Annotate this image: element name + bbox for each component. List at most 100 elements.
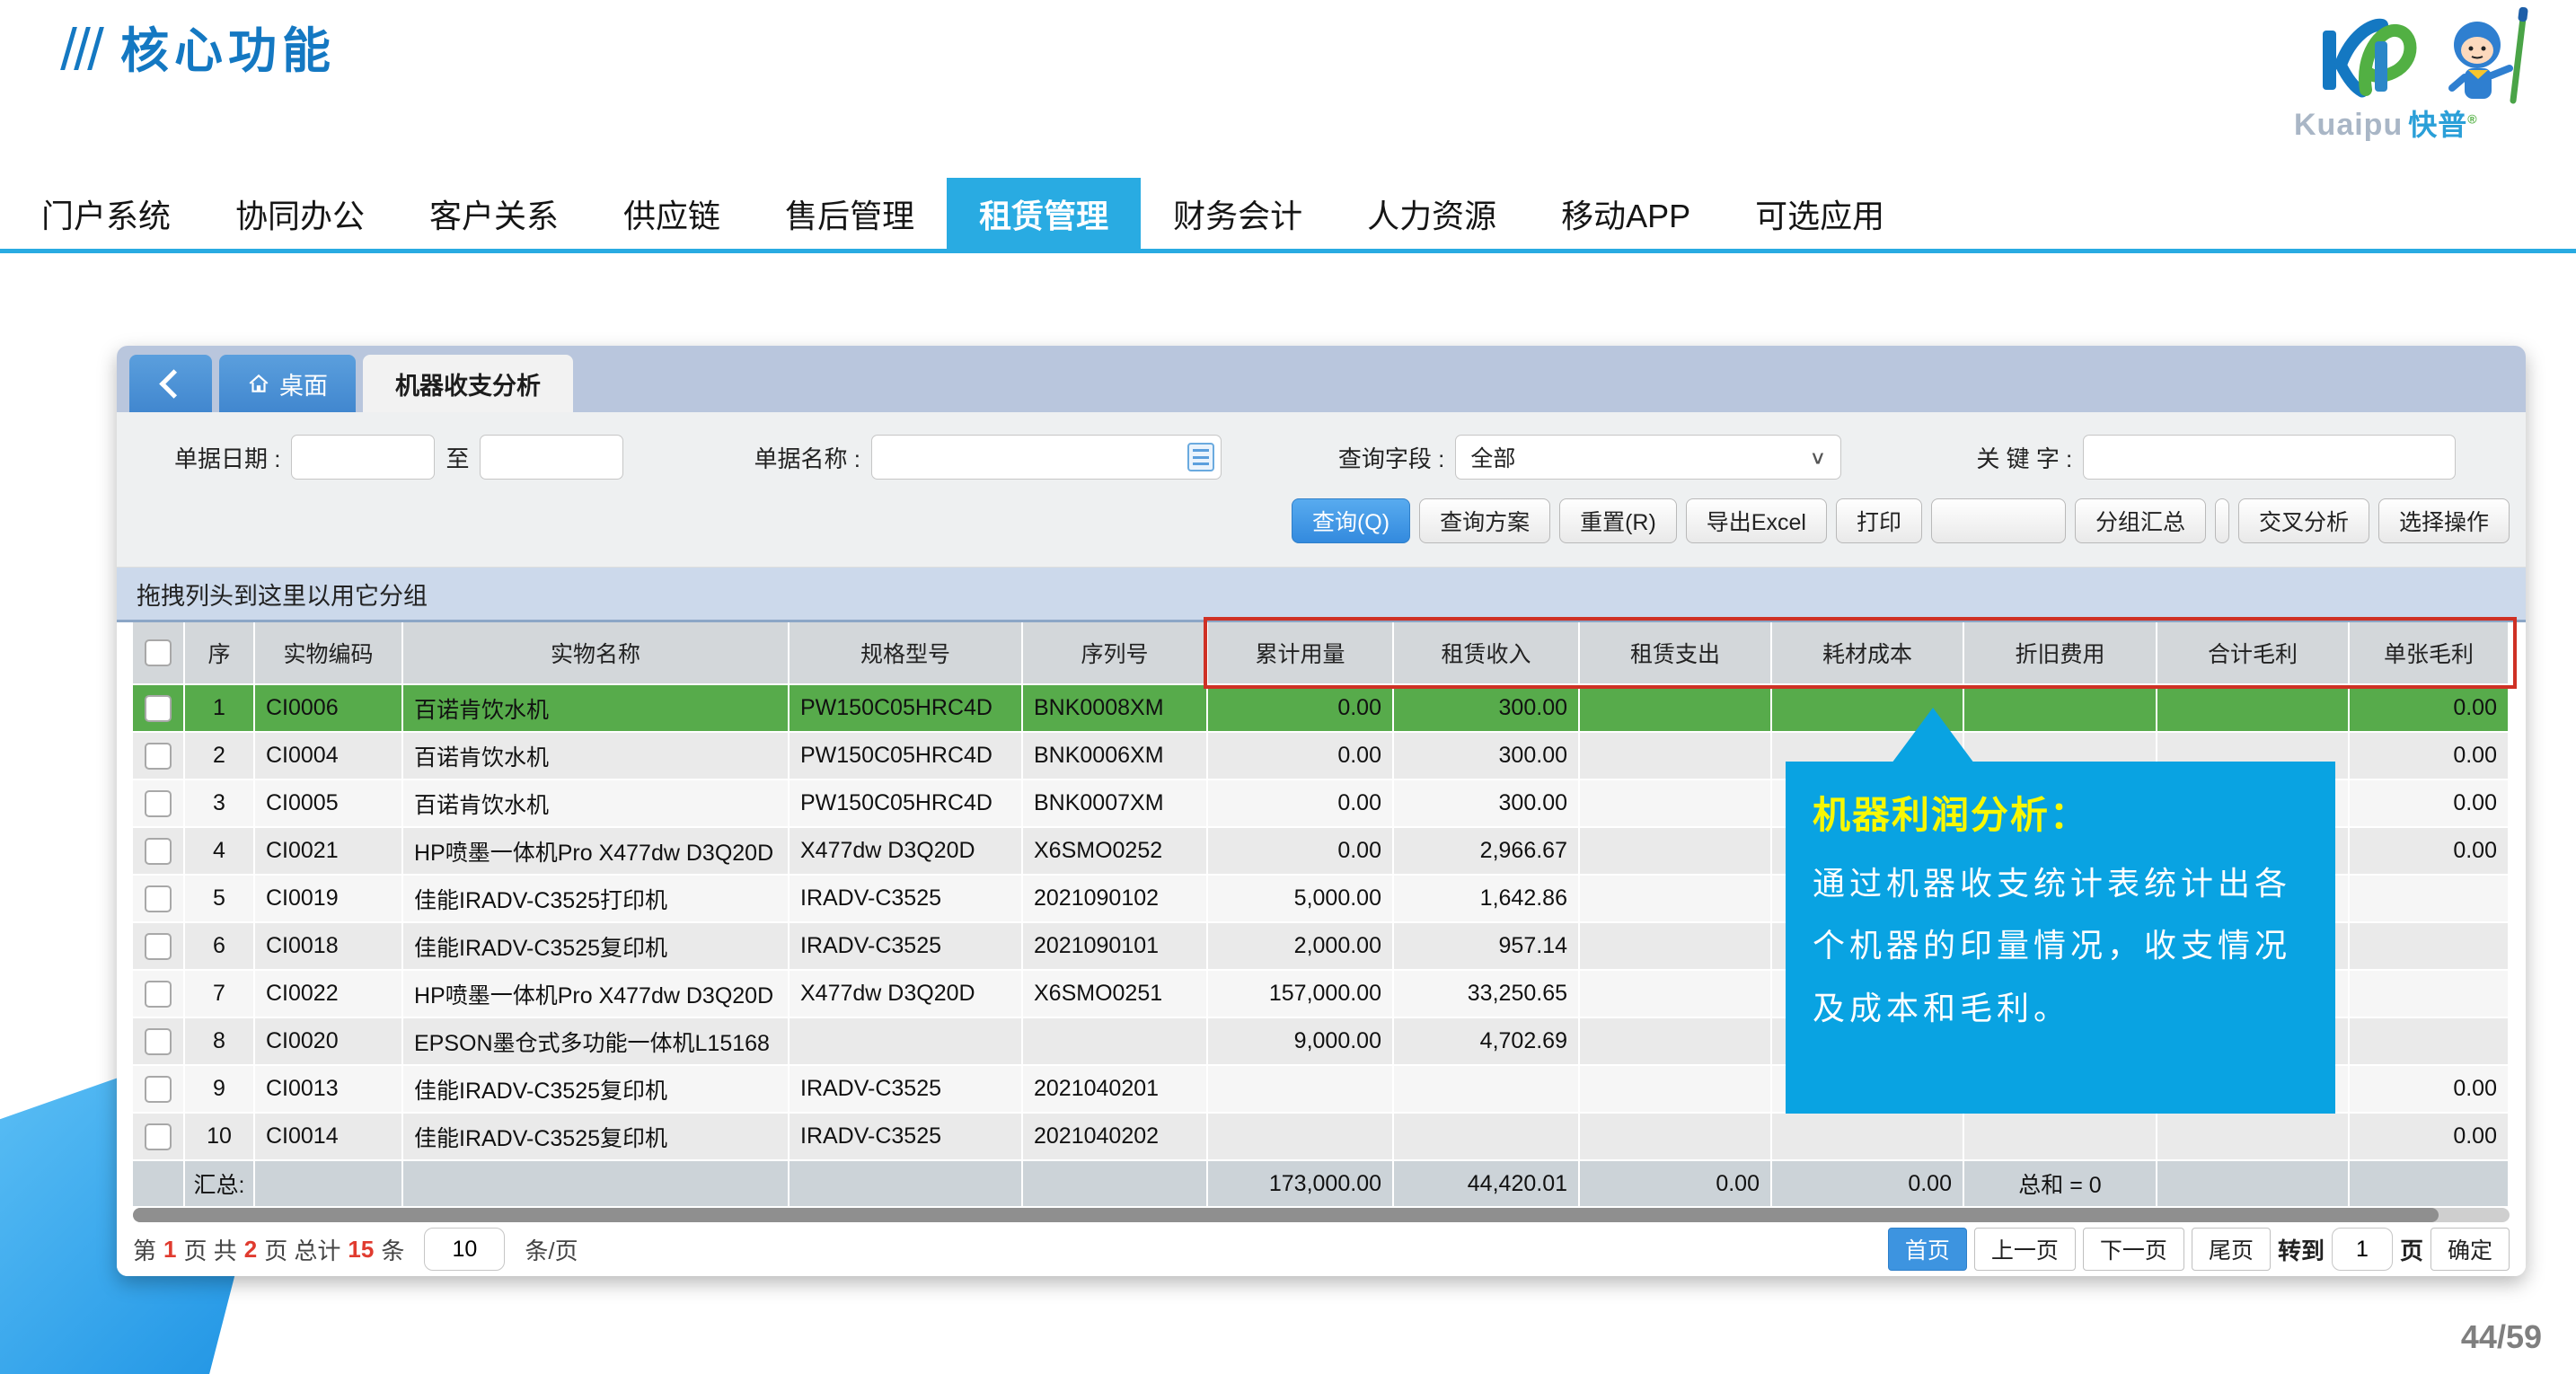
- nav-item-9[interactable]: 移动APP: [1529, 178, 1723, 249]
- keyword-label: 关 键 字 :: [1976, 441, 2072, 474]
- cell: 157,000.00: [1208, 971, 1394, 1018]
- cell: [1772, 1114, 1964, 1161]
- query-button[interactable]: 查询(Q): [1292, 498, 1410, 543]
- blank-button[interactable]: [1931, 498, 2066, 543]
- list-picker-icon[interactable]: [1187, 443, 1214, 471]
- nav-item-10[interactable]: 可选应用: [1723, 178, 1917, 249]
- date-from-input[interactable]: [291, 435, 435, 480]
- nav-item-1[interactable]: 门户系统: [9, 178, 203, 249]
- summary-cell: [2350, 1161, 2510, 1208]
- select-operation-button[interactable]: 选择操作: [2378, 498, 2510, 543]
- group-summary-button[interactable]: 分组汇总: [2075, 498, 2206, 543]
- cell: 957.14: [1394, 923, 1580, 971]
- row-5-checkbox-cell: [133, 876, 185, 923]
- row-9-checkbox[interactable]: [145, 1076, 172, 1103]
- grid-footer: 第 1 页 共 2 页 总计 15 条 条/页 首页上一页下一页尾页转到页确定: [117, 1222, 2526, 1276]
- next-page-button[interactable]: 下一页: [2083, 1228, 2184, 1271]
- column-header-6[interactable]: 累计用量: [1208, 622, 1394, 685]
- summary-cell: 0.00: [1772, 1161, 1964, 1208]
- row-4-checkbox[interactable]: [145, 838, 172, 865]
- main-nav: 门户系统协同办公客户关系供应链售后管理租赁管理财务会计人力资源移动APP可选应用: [0, 178, 2576, 253]
- row-9-checkbox-cell: [133, 1066, 185, 1114]
- cell: 300.00: [1394, 733, 1580, 780]
- column-header-8[interactable]: 租赁支出: [1580, 622, 1772, 685]
- slide-page-number: 44/59: [2461, 1318, 2542, 1356]
- nav-item-4[interactable]: 供应链: [591, 178, 753, 249]
- callout-box: 机器利润分析： 通过机器收支统计表统计出各个机器的印量情况，收支情况及成本和毛利…: [1786, 762, 2335, 1114]
- scrollbar-thumb[interactable]: [133, 1208, 2439, 1222]
- summary-cell: [403, 1161, 790, 1208]
- tab-desktop[interactable]: 桌面: [219, 355, 356, 412]
- cell: 2021090102: [1023, 876, 1208, 923]
- nav-item-6[interactable]: 租赁管理: [947, 178, 1141, 249]
- last-page-button[interactable]: 尾页: [2192, 1228, 2271, 1271]
- row-10-checkbox[interactable]: [145, 1123, 172, 1150]
- query-plan-button[interactable]: 查询方案: [1419, 498, 1550, 543]
- row-7-checkbox[interactable]: [145, 981, 172, 1008]
- header-checkbox[interactable]: [145, 639, 172, 666]
- cell: 300.00: [1394, 780, 1580, 828]
- kuaipu-logo-mark: [2289, 5, 2569, 113]
- home-icon: [247, 372, 270, 395]
- row-2-checkbox[interactable]: [145, 743, 172, 770]
- group-drop-zone[interactable]: 拖拽列头到这里以用它分组: [117, 568, 2526, 622]
- keyword-input[interactable]: [2083, 435, 2456, 480]
- current-page-number: 1: [163, 1236, 176, 1264]
- row-5-checkbox[interactable]: [145, 885, 172, 912]
- column-header-2[interactable]: 实物编码: [255, 622, 403, 685]
- row-6-checkbox-cell: [133, 923, 185, 971]
- back-button[interactable]: [129, 355, 212, 412]
- print-button[interactable]: 打印: [1836, 498, 1922, 543]
- reset-button[interactable]: 重置(R): [1559, 498, 1677, 543]
- cell: 0.00: [1208, 828, 1394, 876]
- cell: BNK0007XM: [1023, 780, 1208, 828]
- column-header-7[interactable]: 租赁收入: [1394, 622, 1580, 685]
- tab-machine-analysis[interactable]: 机器收支分析: [363, 355, 573, 412]
- first-page-button[interactable]: 首页: [1888, 1228, 1967, 1271]
- query-field-select[interactable]: 全部 ∨: [1455, 435, 1841, 480]
- column-header-11[interactable]: 合计毛利: [2157, 622, 2350, 685]
- nav-item-5[interactable]: 售后管理: [753, 178, 947, 249]
- cross-analysis-button[interactable]: 交叉分析: [2238, 498, 2369, 543]
- row-6-checkbox[interactable]: [145, 933, 172, 960]
- cell: IRADV-C3525: [790, 876, 1023, 923]
- column-header-5[interactable]: 序列号: [1023, 622, 1208, 685]
- table-row[interactable]: 10CI0014佳能IRADV-C3525复印机IRADV-C352520210…: [133, 1114, 2510, 1161]
- table-row[interactable]: 1CI0006百诺肯饮水机PW150C05HRC4DBNK0008XM0.003…: [133, 685, 2510, 733]
- tab-desktop-label: 桌面: [279, 366, 328, 401]
- cell: 0.00: [2350, 1114, 2510, 1161]
- cell: CI0004: [255, 733, 403, 780]
- confirm-button[interactable]: 确定: [2430, 1228, 2510, 1271]
- date-to-input[interactable]: [480, 435, 623, 480]
- column-header-9[interactable]: 耗材成本: [1772, 622, 1964, 685]
- goto-page-input[interactable]: [2332, 1228, 2393, 1271]
- export-excel-button[interactable]: 导出Excel: [1686, 498, 1827, 543]
- column-header-12[interactable]: 单张毛利: [2350, 622, 2510, 685]
- query-field-value: 全部: [1470, 441, 1515, 473]
- nav-item-7[interactable]: 财务会计: [1141, 178, 1335, 249]
- row-2-checkbox-cell: [133, 733, 185, 780]
- column-header-4[interactable]: 规格型号: [790, 622, 1023, 685]
- column-header-3[interactable]: 实物名称: [403, 622, 790, 685]
- nav-item-2[interactable]: 协同办公: [203, 178, 397, 249]
- summary-cell: 44,420.01: [1394, 1161, 1580, 1208]
- prev-page-button[interactable]: 上一页: [1974, 1228, 2076, 1271]
- nav-item-8[interactable]: 人力资源: [1335, 178, 1529, 249]
- cell: CI0014: [255, 1114, 403, 1161]
- callout-pointer: [1892, 708, 1974, 763]
- row-1-checkbox[interactable]: [145, 695, 172, 722]
- summary-cell: [255, 1161, 403, 1208]
- nav-item-3[interactable]: 客户关系: [397, 178, 591, 249]
- column-header-10[interactable]: 折旧费用: [1964, 622, 2157, 685]
- page-size-input[interactable]: [424, 1228, 505, 1271]
- cell: IRADV-C3525: [790, 1114, 1023, 1161]
- row-3-checkbox[interactable]: [145, 790, 172, 817]
- cell: HP喷墨一体机Pro X477dw D3Q20D: [403, 971, 790, 1018]
- row-8-checkbox[interactable]: [145, 1028, 172, 1055]
- cell: 2021090101: [1023, 923, 1208, 971]
- cell: 33,250.65: [1394, 971, 1580, 1018]
- callout-body: 通过机器收支统计表统计出各个机器的印量情况，收支情况及成本和毛利。: [1813, 852, 2308, 1039]
- column-header-1[interactable]: 序: [185, 622, 255, 685]
- blank-narrow-button[interactable]: [2215, 498, 2229, 543]
- doc-name-input[interactable]: [871, 435, 1222, 480]
